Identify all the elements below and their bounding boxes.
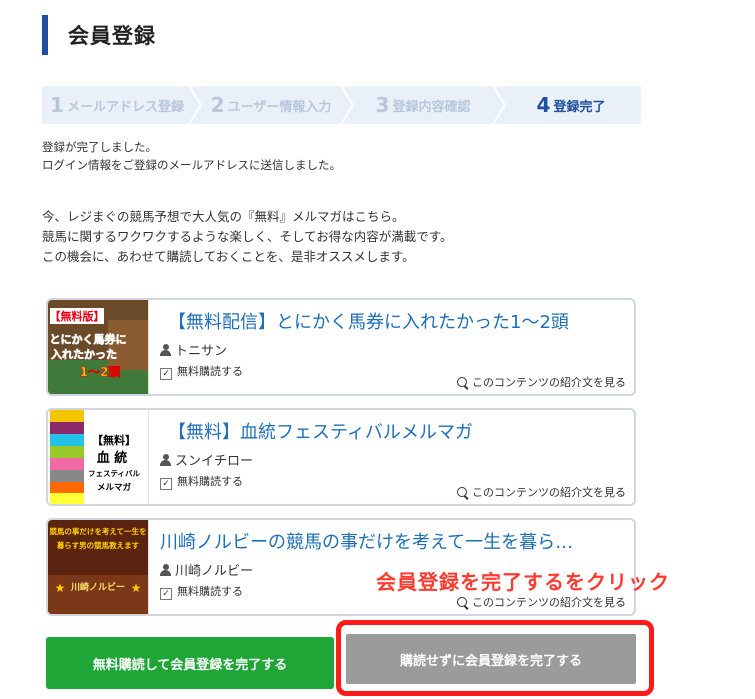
checkbox-label: 無料購読する: [177, 475, 243, 488]
newsletter-card: 【無料版】 とにかく馬券に 入れたかった 1〜2頭 【無料配信】とにかく馬券に入…: [46, 298, 636, 396]
newsletter-title-link[interactable]: 川崎ノルビーの競馬の事だけを考えて一生を暮ら…: [160, 528, 573, 554]
thumb-text-1: 【無料版】: [50, 309, 105, 323]
svg-text:★: ★: [55, 581, 66, 595]
subscribe-and-complete-button[interactable]: 無料購読して会員登録を完了する: [46, 637, 334, 689]
checkbox-label: 無料購読する: [177, 585, 243, 598]
author: 川崎ノルビー: [160, 560, 253, 579]
thumb-text-1: 【無料】: [92, 433, 136, 447]
step-2: 2 ユーザー情報入力: [202, 86, 340, 124]
step-2-number: 2: [210, 93, 225, 117]
step-3: 3 登録内容確認: [354, 86, 492, 124]
user-icon: [160, 344, 171, 356]
thumb-text-1: 競馬の事だけを考えて一生を: [49, 526, 146, 536]
author-name: 川崎ノルビー: [175, 564, 254, 579]
promo-text: 今、レジまぐの競馬予想で大人気の『無料』メルマガはこちら。 競馬に関するワクワク…: [42, 207, 453, 267]
newsletter-thumbnail: 【無料版】 とにかく馬券に 入れたかった 1〜2頭: [48, 300, 149, 394]
completion-line-1: 登録が完了しました。: [42, 140, 157, 154]
thumb-text-2: 血 統: [97, 450, 128, 466]
view-intro-label: このコンテンツの紹介文を見る: [472, 596, 626, 609]
user-icon: [160, 564, 171, 576]
step-4-current: 4 登録完了: [506, 86, 636, 124]
step-1-number: 1: [50, 93, 64, 117]
svg-text:★: ★: [131, 581, 142, 595]
step-1: 1 メールアドレス登録: [48, 86, 186, 124]
user-icon: [160, 454, 171, 466]
promo-line-2: 競馬に関するワクワクするような楽しく、そしてお得な内容が満載です。: [42, 229, 453, 244]
complete-without-subscribing-button[interactable]: 購読せずに会員登録を完了する: [346, 634, 636, 684]
author: スンイチロー: [160, 450, 253, 469]
author-name: トニサン: [175, 344, 228, 359]
author-name: スンイチロー: [175, 454, 254, 469]
thumb-text-4: 1〜2頭: [80, 365, 122, 379]
click-instruction-annotation: 会員登録を完了するをクリック: [376, 570, 670, 594]
newsletter-title-link[interactable]: 【無料配信】とにかく馬券に入れたかった1〜2頭: [168, 308, 569, 334]
completion-line-2: ログイン情報をご登録のメールアドレスに送信しました。: [42, 158, 341, 172]
thumb-text-3: 入れたかった: [51, 348, 117, 361]
page-title: 会員登録: [68, 24, 156, 48]
step-indicator: 1 メールアドレス登録 2 ユーザー情報入力 3 登録内容確認 4 登録完了: [42, 86, 641, 124]
thumb-text-3: フェスティバル: [88, 469, 141, 478]
kawasaki-norby-image: 競馬の事だけを考えて一生を 暮らす男の競馬教えます 川崎ノルビー ★ ★: [48, 520, 148, 614]
view-intro-label: このコンテンツの紹介文を見る: [472, 376, 626, 389]
view-intro-link[interactable]: このコンテンツの紹介文を見る: [457, 374, 626, 390]
bloodline-image: 【無料】 血 統 フェスティバル メルマガ: [48, 410, 148, 504]
step-3-number: 3: [375, 93, 390, 117]
view-intro-link[interactable]: このコンテンツの紹介文を見る: [457, 594, 626, 610]
horse-race-image: 【無料版】 とにかく馬券に 入れたかった 1〜2頭: [48, 300, 148, 394]
subscribe-checkbox[interactable]: ✓ 無料購読する: [160, 583, 243, 600]
step-2-label: ユーザー情報入力: [227, 99, 332, 115]
search-icon: [457, 487, 467, 497]
step-separator-icon: [492, 86, 506, 124]
thumb-text-3: 川崎ノルビー: [70, 581, 125, 593]
newsletter-title-link[interactable]: 【無料】血統フェスティバルメルマガ: [168, 418, 473, 444]
view-intro-label: このコンテンツの紹介文を見る: [472, 486, 626, 499]
promo-line-1: 今、レジまぐの競馬予想で大人気の『無料』メルマガはこちら。: [42, 209, 405, 224]
promo-line-3: この機会に、あわせて購読しておくことを、是非オススメします。: [42, 249, 415, 264]
checkbox-label: 無料購読する: [177, 365, 243, 378]
checkbox-checked-icon[interactable]: ✓: [160, 588, 172, 600]
newsletter-thumbnail: 競馬の事だけを考えて一生を 暮らす男の競馬教えます 川崎ノルビー ★ ★: [48, 520, 149, 614]
subscribe-checkbox[interactable]: ✓ 無料購読する: [160, 473, 243, 490]
step-separator-icon: [188, 86, 202, 124]
title-accent-bar: [42, 15, 48, 55]
checkbox-checked-icon[interactable]: ✓: [160, 368, 172, 380]
step-4-label: 登録完了: [553, 99, 606, 115]
search-icon: [457, 597, 467, 607]
step-separator-icon: [340, 86, 354, 124]
newsletter-thumbnail: 【無料】 血 統 フェスティバル メルマガ: [48, 410, 149, 504]
view-intro-link[interactable]: このコンテンツの紹介文を見る: [457, 484, 626, 500]
step-4-number: 4: [536, 93, 551, 117]
thumb-text-2: とにかく馬券に: [50, 332, 127, 346]
step-1-label: メールアドレス登録: [66, 99, 184, 115]
author: トニサン: [160, 340, 227, 359]
checkbox-checked-icon[interactable]: ✓: [160, 478, 172, 490]
newsletter-card: 【無料】 血 統 フェスティバル メルマガ 【無料】血統フェスティバルメルマガ …: [46, 408, 636, 506]
step-3-label: 登録内容確認: [392, 99, 471, 115]
subscribe-checkbox[interactable]: ✓ 無料購読する: [160, 363, 243, 380]
completion-message: 登録が完了しました。 ログイン情報をご登録のメールアドレスに送信しました。: [42, 138, 341, 174]
thumb-text-2: 暮らす男の競馬教えます: [56, 540, 140, 550]
thumb-text-4: メルマガ: [97, 482, 132, 493]
search-icon: [457, 377, 467, 387]
